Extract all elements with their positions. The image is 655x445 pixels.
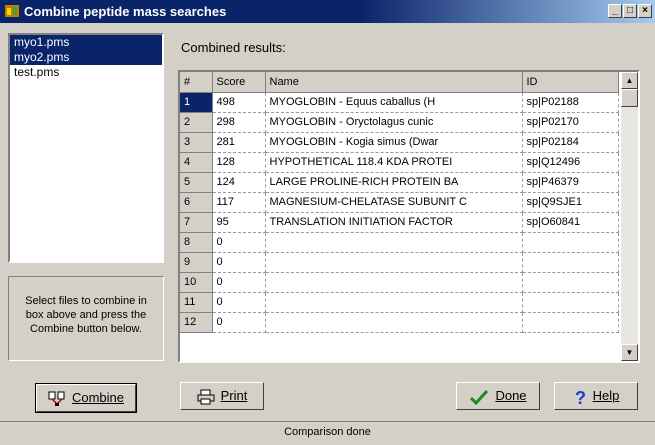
score-cell[interactable]: 298 — [212, 112, 266, 133]
name-cell[interactable]: HYPOTHETICAL 118.4 KDA PROTEI — [265, 152, 523, 173]
combine-button-label: Combine — [71, 390, 125, 405]
id-cell[interactable]: sp|O60841 — [522, 212, 619, 233]
row-number[interactable]: 10 — [180, 272, 213, 293]
combined-results-label: Combined results: — [181, 40, 286, 55]
name-cell[interactable]: MAGNESIUM-CHELATASE SUBUNIT C — [265, 192, 523, 213]
score-cell[interactable]: 95 — [212, 212, 266, 233]
score-cell[interactable]: 0 — [212, 232, 266, 253]
help-button-label: Help — [592, 388, 620, 403]
row-number[interactable]: 6 — [180, 192, 213, 213]
id-cell[interactable]: sp|P46379 — [522, 172, 619, 193]
name-cell[interactable] — [265, 272, 523, 293]
table-row[interactable]: 4 128 HYPOTHETICAL 118.4 KDA PROTEI sp|Q124… — [180, 152, 619, 173]
row-number[interactable]: 9 — [180, 252, 213, 273]
id-cell[interactable] — [522, 252, 619, 273]
id-cell[interactable]: sp|P02188 — [522, 92, 619, 113]
combine-icon — [48, 391, 65, 406]
table-row[interactable]: 6 117 MAGNESIUM-CHELATASE SUBUNIT Csp|Q9SJ… — [180, 192, 619, 213]
file-list-item[interactable]: myo2.pms — [10, 50, 162, 65]
vertical-scrollbar[interactable]: ▲ ▼ — [621, 72, 638, 361]
done-button[interactable]: Done — [456, 382, 540, 410]
scroll-up-icon[interactable]: ▲ — [621, 72, 638, 89]
svg-text:?: ? — [575, 388, 586, 406]
score-cell[interactable]: 0 — [212, 252, 266, 273]
id-cell[interactable] — [522, 232, 619, 253]
column-header-name[interactable]: Name — [265, 72, 523, 93]
name-cell[interactable] — [265, 252, 523, 273]
score-cell[interactable]: 0 — [212, 312, 266, 333]
name-cell[interactable] — [265, 312, 523, 333]
name-cell[interactable] — [265, 292, 523, 313]
score-cell[interactable]: 117 — [212, 192, 266, 213]
status-bar: Comparison done — [0, 421, 655, 445]
column-header-number[interactable]: # — [180, 72, 213, 93]
score-cell[interactable]: 0 — [212, 272, 266, 293]
name-cell[interactable]: MYOGLOBIN - Oryctolagus cunic — [265, 112, 523, 133]
hint-box: Select files to combine in box above and… — [8, 276, 164, 361]
row-number[interactable]: 12 — [180, 312, 213, 333]
app-icon — [5, 5, 19, 17]
table-row[interactable]: 3 281 MYOGLOBIN - Kogia simus (Dwar sp|P021… — [180, 132, 619, 153]
score-cell[interactable]: 128 — [212, 152, 266, 173]
file-list-item[interactable]: myo1.pms — [10, 35, 162, 50]
title-bar: Combine peptide mass searches _ □ × — [0, 0, 655, 23]
table-row[interactable]: 2 298 MYOGLOBIN - Oryctolagus cunic sp|P021… — [180, 112, 619, 133]
name-cell[interactable]: MYOGLOBIN - Equus caballus (H — [265, 92, 523, 113]
file-list[interactable]: myo1.pms myo2.pms test.pms — [8, 33, 164, 263]
name-cell[interactable] — [265, 232, 523, 253]
name-cell[interactable]: MYOGLOBIN - Kogia simus (Dwar — [265, 132, 523, 153]
results-table-body: 1 498 MYOGLOBIN - Equus caballus (H sp|P021… — [180, 92, 619, 333]
scroll-thumb[interactable] — [621, 89, 638, 107]
row-number[interactable]: 1 — [180, 92, 213, 113]
results-table: # Score Name ID 1 498 MYOGLOBIN - Equus ca… — [180, 72, 619, 333]
print-button[interactable]: Print — [180, 382, 264, 410]
row-number[interactable]: 4 — [180, 152, 213, 173]
table-row[interactable]: 5 124 LARGE PROLINE-RICH PROTEIN BA sp|P463… — [180, 172, 619, 193]
table-row[interactable]: 7 95 TRANSLATION INITIATION FACTOR sp|O6084… — [180, 212, 619, 233]
score-cell[interactable]: 281 — [212, 132, 266, 153]
score-cell[interactable]: 0 — [212, 292, 266, 313]
name-cell[interactable]: TRANSLATION INITIATION FACTOR — [265, 212, 523, 233]
results-grid[interactable]: # Score Name ID 1 498 MYOGLOBIN - Equus ca… — [178, 70, 640, 363]
id-cell[interactable]: sp|Q9SJE1 — [522, 192, 619, 213]
row-number[interactable]: 2 — [180, 112, 213, 133]
combine-button[interactable]: Combine — [35, 383, 137, 413]
id-cell[interactable] — [522, 272, 619, 293]
table-row[interactable]: 11 0 — [180, 292, 619, 313]
maximize-button[interactable]: □ — [623, 4, 637, 18]
row-number[interactable]: 7 — [180, 212, 213, 233]
score-cell[interactable]: 124 — [212, 172, 266, 193]
column-header-id[interactable]: ID — [522, 72, 619, 93]
table-row[interactable]: 10 0 — [180, 272, 619, 293]
id-cell[interactable] — [522, 312, 619, 333]
row-number[interactable]: 8 — [180, 232, 213, 253]
file-list-item[interactable]: test.pms — [10, 65, 162, 80]
close-button[interactable]: × — [638, 4, 652, 18]
table-row[interactable]: 12 0 — [180, 312, 619, 333]
name-cell[interactable]: LARGE PROLINE-RICH PROTEIN BA — [265, 172, 523, 193]
table-row[interactable]: 90 — [180, 252, 619, 273]
id-cell[interactable]: sp|P02170 — [522, 112, 619, 133]
printer-icon — [197, 389, 215, 405]
minimize-button[interactable]: _ — [608, 4, 622, 18]
status-text: Comparison done — [284, 426, 371, 438]
id-cell[interactable]: sp|P02184 — [522, 132, 619, 153]
table-row[interactable]: 80 — [180, 232, 619, 253]
row-number[interactable]: 5 — [180, 172, 213, 193]
hint-text: Select files to combine in box above and… — [25, 295, 147, 335]
question-mark-icon: ? — [575, 388, 586, 406]
help-button[interactable]: ? Help — [554, 382, 638, 410]
window-title: Combine peptide mass searches — [24, 4, 227, 19]
row-number[interactable]: 11 — [180, 292, 213, 313]
scroll-down-icon[interactable]: ▼ — [621, 344, 638, 361]
id-cell[interactable] — [522, 292, 619, 313]
row-number[interactable]: 3 — [180, 132, 213, 153]
checkmark-icon — [470, 389, 489, 405]
done-button-label: Done — [495, 388, 527, 403]
score-cell[interactable]: 498 — [212, 92, 266, 113]
table-row[interactable]: 1 498 MYOGLOBIN - Equus caballus (H sp|P021… — [180, 92, 619, 113]
column-header-score[interactable]: Score — [212, 72, 266, 93]
print-button-label: Print — [220, 388, 248, 403]
id-cell[interactable]: sp|Q12496 — [522, 152, 619, 173]
